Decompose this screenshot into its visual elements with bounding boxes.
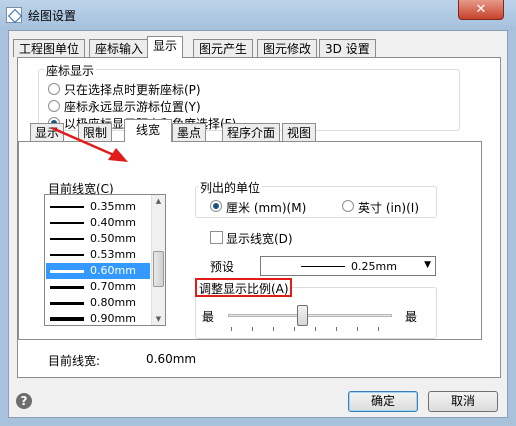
- lineweight-sample: [50, 317, 84, 321]
- scale-slider-track[interactable]: [228, 314, 392, 317]
- lineweight-sample: [50, 286, 84, 289]
- scale-min-label: 最: [202, 310, 215, 324]
- preset-label: 预设: [210, 260, 235, 274]
- show-lineweight-checkbox[interactable]: [210, 231, 223, 244]
- lineweight-item[interactable]: 0.60mm: [46, 263, 150, 279]
- lineweight-item[interactable]: 0.70mm: [46, 279, 150, 295]
- scale-highlight-box: [195, 278, 292, 297]
- scroll-thumb[interactable]: [153, 251, 164, 287]
- slider-tick: [231, 327, 232, 331]
- chevron-down-icon: ▼: [424, 260, 431, 270]
- scale-slider-thumb[interactable]: [297, 305, 308, 326]
- current-lineweight-value: 0.60mm: [146, 352, 197, 366]
- units-label: 列出的单位: [198, 179, 263, 196]
- lineweight-value: 0.50mm: [90, 232, 136, 245]
- lineweight-sample: [50, 270, 84, 273]
- lineweight-value: 0.40mm: [90, 216, 136, 229]
- cancel-button[interactable]: 取消: [428, 391, 498, 412]
- radio-inch-label: 英寸 (in)(I): [358, 201, 420, 215]
- preset-dropdown[interactable]: 0.25mm ▼: [260, 256, 436, 276]
- slider-tick: [357, 327, 358, 331]
- lineweight-scrollbar[interactable]: ▲ ▼: [151, 195, 165, 325]
- lineweight-item[interactable]: 0.90mm: [46, 311, 150, 325]
- lineweight-item[interactable]: 0.35mm: [46, 199, 150, 215]
- help-icon[interactable]: ?: [16, 393, 32, 409]
- slider-tick: [336, 327, 337, 331]
- subtab-lineweight[interactable]: 线宽: [124, 119, 172, 142]
- lineweight-value: 0.60mm: [90, 264, 136, 277]
- scale-max-label: 最: [405, 310, 418, 324]
- radio-mm[interactable]: [210, 200, 222, 212]
- lineweight-sample: [50, 238, 84, 240]
- ok-button[interactable]: 确定: [348, 391, 418, 412]
- lineweight-sample: [50, 302, 84, 305]
- lineweight-value: 0.35mm: [90, 200, 136, 213]
- slider-tick: [378, 327, 379, 331]
- lineweight-value: 0.70mm: [90, 280, 136, 293]
- lineweight-value: 0.53mm: [90, 248, 136, 261]
- tab-display[interactable]: 显示: [147, 36, 184, 58]
- lineweight-item[interactable]: 0.50mm: [46, 231, 150, 247]
- slider-tick: [252, 327, 253, 331]
- lineweight-item[interactable]: 0.80mm: [46, 295, 150, 311]
- lineweight-item[interactable]: 0.40mm: [46, 215, 150, 231]
- radio-inch[interactable]: [342, 200, 354, 212]
- lineweight-listbox[interactable]: 0.35mm 0.40mm 0.50mm 0.53mm 0.60mm 0.70mm 0.80…: [44, 194, 166, 326]
- preset-value: 0.25mm: [351, 260, 397, 273]
- slider-tick: [273, 327, 274, 331]
- slider-tick: [315, 327, 316, 331]
- lineweight-sample: [50, 254, 84, 256]
- lineweight-item[interactable]: 0.53mm: [46, 247, 150, 263]
- slider-tick: [294, 327, 295, 331]
- scroll-down-icon[interactable]: ▼: [153, 313, 164, 325]
- lineweight-value: 0.90mm: [90, 312, 136, 325]
- dialog-window: 绘图设置 ✕ 工程图单位 座标输入 显示 图元产生 图元修改 3D 设置 座标显…: [0, 0, 516, 426]
- current-lineweight-label: 目前线宽:: [48, 354, 101, 368]
- scroll-up-icon[interactable]: ▲: [153, 195, 164, 207]
- radio-mm-label: 厘米 (mm)(M): [226, 201, 307, 215]
- preset-line-sample: [301, 266, 345, 267]
- lineweight-sample: [50, 222, 84, 224]
- lineweight-sample: [50, 206, 84, 208]
- lineweight-value: 0.80mm: [90, 296, 136, 309]
- show-lineweight-label: 显示线宽(D): [226, 232, 293, 246]
